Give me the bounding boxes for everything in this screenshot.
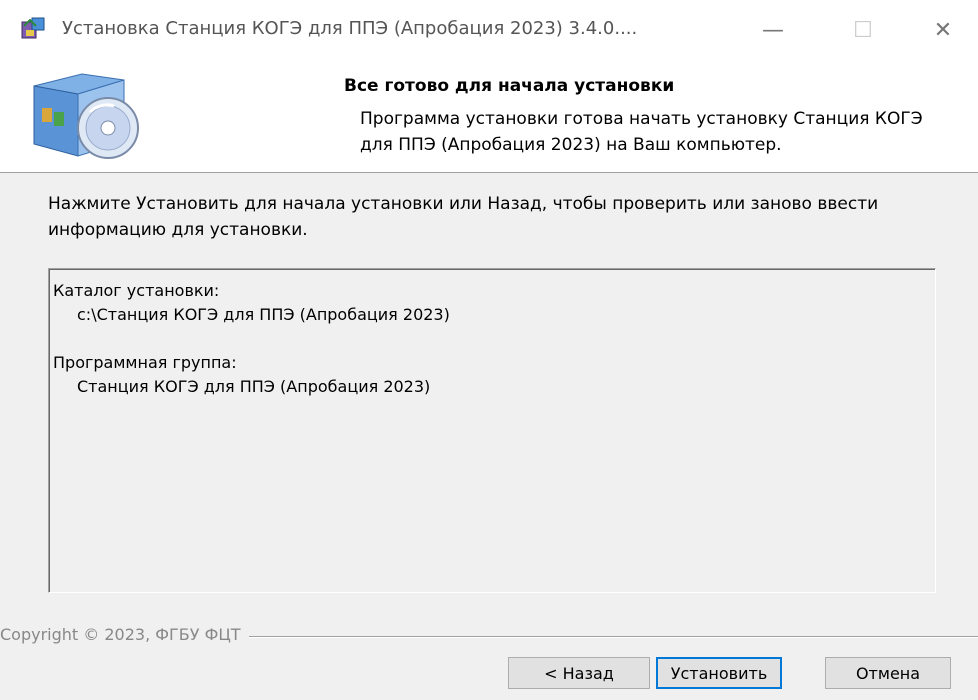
installer-cd-box-icon (28, 68, 146, 162)
back-button[interactable]: < Назад (508, 657, 650, 689)
maximize-button[interactable]: ☐ (840, 10, 886, 50)
header-banner: Все готово для начала установки Программ… (0, 58, 978, 173)
copyright-text: Copyright © 2023, ФГБУ ФЦТ (0, 625, 249, 644)
program-group-value: Станция КОГЭ для ППЭ (Апробация 2023) (77, 377, 431, 396)
install-dir-label: Каталог установки: (53, 281, 220, 300)
window-title: Установка Станция КОГЭ для ППЭ (Апробаци… (62, 18, 638, 39)
page-title: Все готово для начала установки (344, 76, 675, 96)
install-dir-value: c:\Станция КОГЭ для ППЭ (Апробация 2023) (77, 305, 450, 324)
close-button[interactable]: ✕ (920, 10, 966, 50)
title-bar: Установка Станция КОГЭ для ППЭ (Апробаци… (0, 0, 978, 58)
minimize-button[interactable]: — (750, 10, 796, 50)
install-button[interactable]: Установить (656, 657, 782, 689)
instruction-text: Нажмите Установить для начала установки … (48, 194, 879, 240)
cancel-button[interactable]: Отмена (825, 657, 951, 689)
installer-app-icon[interactable] (20, 16, 48, 42)
program-group-label: Программная группа: (53, 353, 237, 372)
page-subtitle: Программа установки готова начать устано… (360, 109, 923, 155)
install-summary-box[interactable]: Каталог установки: c:\Станция КОГЭ для П… (48, 268, 936, 593)
